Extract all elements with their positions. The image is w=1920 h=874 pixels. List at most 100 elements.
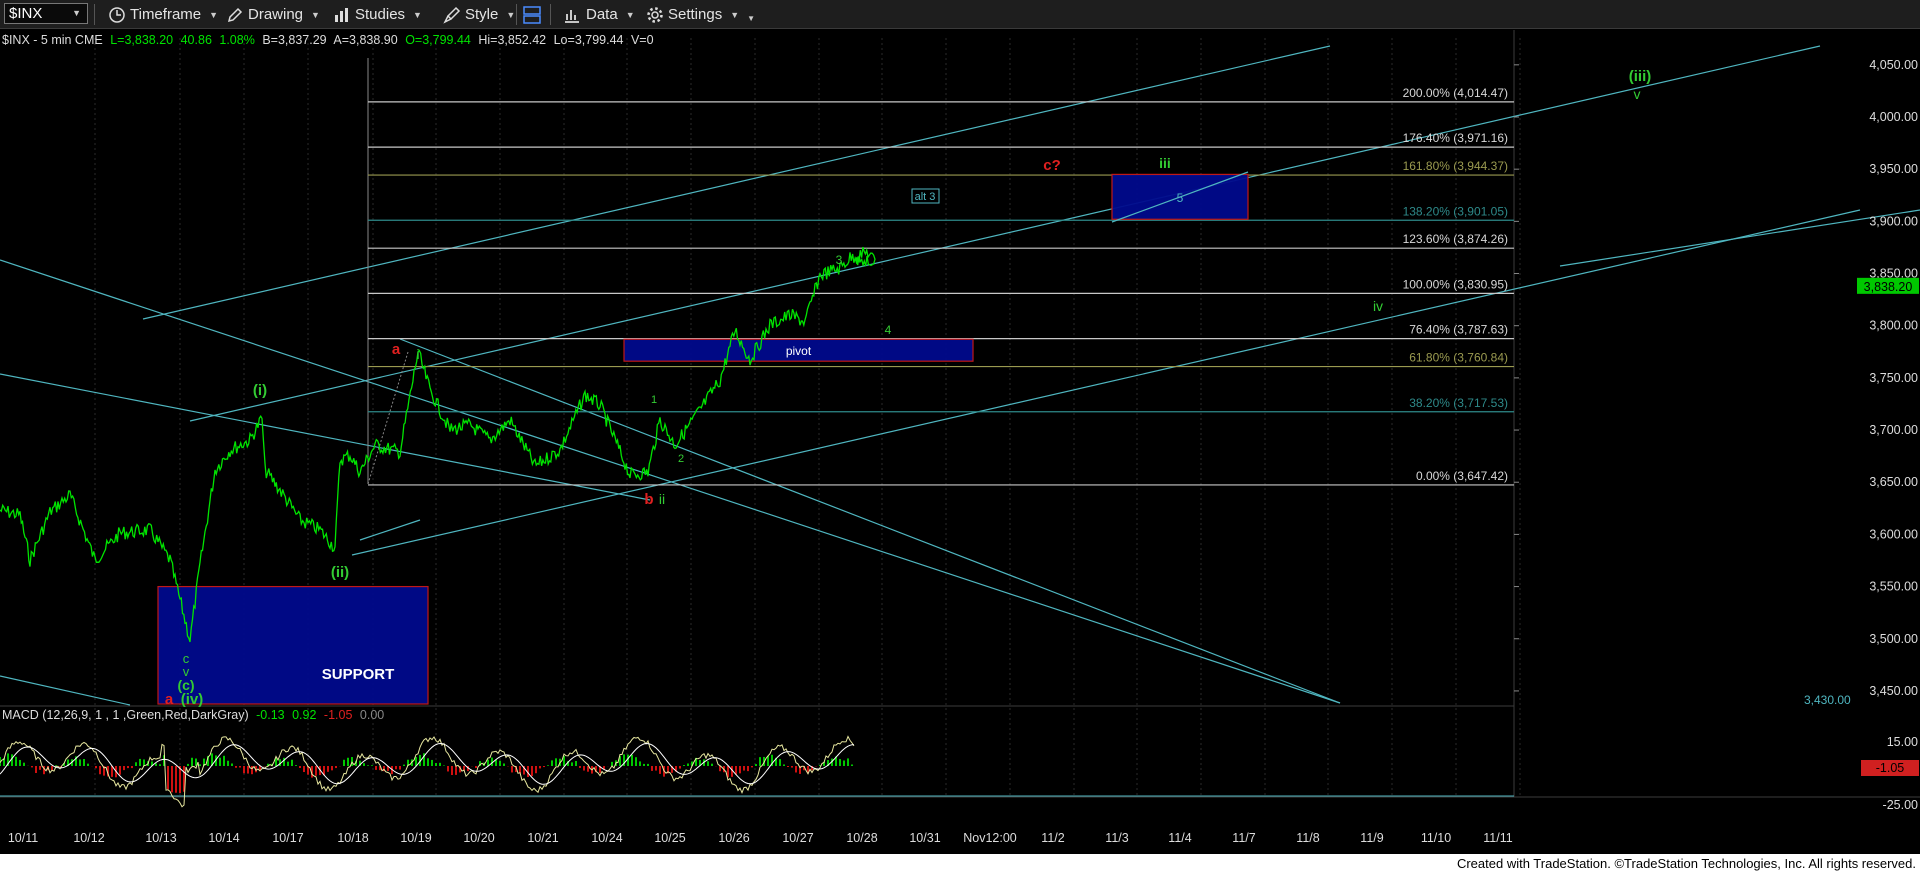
studies-icon xyxy=(335,7,348,22)
toolbar-divider xyxy=(94,4,95,25)
overflow-icon: ▼ xyxy=(747,14,756,23)
macd-value-3: -1.05 xyxy=(324,708,353,722)
y-tick-label: 3,700.00 xyxy=(1869,423,1918,437)
channel-line xyxy=(0,373,651,501)
y-tick-label: 3,450.00 xyxy=(1869,684,1918,698)
macd-value-1: -0.13 xyxy=(256,708,285,722)
fib-level-label: 138.20% (3,901.05) xyxy=(1403,204,1508,218)
timeframe-button[interactable]: Timeframe ▼ xyxy=(108,4,218,25)
x-tick-label: 11/7 xyxy=(1232,831,1255,845)
wave-label: (ii) xyxy=(331,564,349,581)
macd-legend: MACD (12,26,9, 1 , 1 ,Green,Red,DarkGray… xyxy=(2,708,384,722)
chevron-down-icon: ▼ xyxy=(730,9,740,20)
channel-line xyxy=(399,338,1341,704)
zone-label: pivot xyxy=(786,344,812,358)
fib-level-label: 100.00% (3,830.95) xyxy=(1403,277,1508,291)
fib-level-label: 0.00% (3,647.42) xyxy=(1416,469,1508,483)
fib-anchor-line xyxy=(367,351,409,485)
macd-panel: 15.00 -25.00 -1.05 xyxy=(0,735,1919,812)
wave-label: 1 xyxy=(651,394,657,406)
chevron-down-icon: ▼ xyxy=(625,9,635,20)
x-tick-label: 11/10 xyxy=(1421,831,1451,845)
info-line: $INX - 5 min CME L=3,838.20 40.86 1.08% … xyxy=(2,33,654,47)
x-tick-label: 10/24 xyxy=(591,831,622,845)
channel-line xyxy=(359,519,421,541)
y-tick-label: 3,900.00 xyxy=(1869,214,1918,228)
channel-value-label: 3,430.00 xyxy=(1804,693,1851,707)
fib-level-label: 76.40% (3,787.63) xyxy=(1409,323,1508,337)
macd-value-tag-label: -1.05 xyxy=(1876,761,1905,775)
x-tick-label: 10/19 xyxy=(400,831,431,845)
info-change: 40.86 xyxy=(181,33,212,47)
macd-value-2: 0.92 xyxy=(292,708,316,722)
style-label: Style xyxy=(465,6,499,23)
wave-label: (iii) xyxy=(1629,68,1652,85)
macd-value-4: 0.00 xyxy=(360,708,384,722)
price-chart[interactable]: 3,430.00 200.00% (4,014.47) 176.40% (3,97… xyxy=(0,30,1920,854)
channel-line xyxy=(1559,209,1920,267)
wave-label: iii xyxy=(1159,155,1171,171)
toolbar-divider xyxy=(550,4,551,25)
zone-label: SUPPORT xyxy=(322,666,395,683)
fibonacci-levels: 200.00% (4,014.47)176.40% (3,971.16)161.… xyxy=(367,58,1514,486)
macd-y-tick-label: -25.00 xyxy=(1883,798,1918,812)
wave-label: a xyxy=(392,341,401,358)
x-tick-label: 10/18 xyxy=(337,831,368,845)
wave-label: (i) xyxy=(253,382,267,399)
wave-label: 3 xyxy=(836,253,843,267)
toolbar-divider xyxy=(516,4,517,25)
toolbar: $INX ▼ Timeframe ▼ Drawing ▼ Studies ▼ Style… xyxy=(0,0,1920,29)
channel-line xyxy=(351,209,1861,556)
studies-button[interactable]: Studies ▼ xyxy=(333,4,422,25)
price-line xyxy=(0,246,876,643)
symbol-text: $INX xyxy=(9,5,43,22)
info-symbol: $INX - 5 min CME xyxy=(2,33,103,47)
chevron-down-icon: ▼ xyxy=(506,9,516,20)
channel-line xyxy=(0,675,131,706)
info-high: Hi=3,852.42 xyxy=(478,33,546,47)
timeframe-label: Timeframe xyxy=(130,6,202,23)
last-price-label: 3,838.20 xyxy=(1864,280,1913,294)
x-tick-label: 11/4 xyxy=(1168,831,1191,845)
gear-icon xyxy=(647,6,663,23)
info-low: Lo=3,799.44 xyxy=(554,33,624,47)
info-open: O=3,799.44 xyxy=(405,33,471,47)
data-label: Data xyxy=(586,6,618,23)
settings-button[interactable]: Settings ▼ ▼ xyxy=(646,4,755,25)
style-button[interactable]: Style ▼ xyxy=(443,4,515,25)
chevron-down-icon: ▼ xyxy=(311,9,320,20)
info-pct: 1.08% xyxy=(219,33,254,47)
symbol-selector[interactable]: $INX ▼ xyxy=(4,3,88,24)
wave-label: alt 3 xyxy=(915,191,936,203)
x-tick-label: 10/21 xyxy=(527,831,558,845)
clock-icon xyxy=(109,6,125,23)
y-tick-label: 3,500.00 xyxy=(1869,632,1918,646)
x-tick-label: 11/8 xyxy=(1296,831,1319,845)
x-tick-label: 10/25 xyxy=(654,831,685,845)
x-tick-label: 11/9 xyxy=(1360,831,1383,845)
price-axis[interactable]: 4,050.004,000.003,950.003,900.003,850.00… xyxy=(1514,58,1919,698)
layout-icon xyxy=(523,5,541,24)
wave-label: 2 xyxy=(678,453,684,465)
x-tick-label: 10/20 xyxy=(463,831,494,845)
layout-button[interactable] xyxy=(522,4,542,25)
x-tick-label: 10/17 xyxy=(272,831,303,845)
drawing-button[interactable]: Drawing ▼ xyxy=(226,4,320,25)
chevron-down-icon: ▼ xyxy=(209,9,219,20)
x-tick-label: 10/14 xyxy=(208,831,239,845)
x-tick-label: 10/12 xyxy=(73,831,104,845)
wave-label: iv xyxy=(1373,298,1383,314)
data-icon xyxy=(565,9,579,23)
x-tick-label: 10/31 xyxy=(909,831,940,845)
wave-label: 4 xyxy=(885,323,892,337)
date-axis[interactable]: 10/11 10/12 10/13 10/14 10/17 10/18 10/19 10/20… xyxy=(8,831,1513,845)
chevron-down-icon: ▼ xyxy=(413,9,422,20)
y-tick-label: 3,550.00 xyxy=(1869,580,1918,594)
fib-level-label: 161.80% (3,944.37) xyxy=(1403,159,1508,173)
wave-label: v xyxy=(1634,86,1641,102)
x-tick-label: 10/28 xyxy=(846,831,877,845)
data-button[interactable]: Data ▼ xyxy=(563,4,635,25)
fib-level-label: 61.80% (3,760.84) xyxy=(1409,351,1508,365)
fib-level-label: 123.60% (3,874.26) xyxy=(1403,232,1508,246)
x-tick-label: 10/26 xyxy=(718,831,749,845)
